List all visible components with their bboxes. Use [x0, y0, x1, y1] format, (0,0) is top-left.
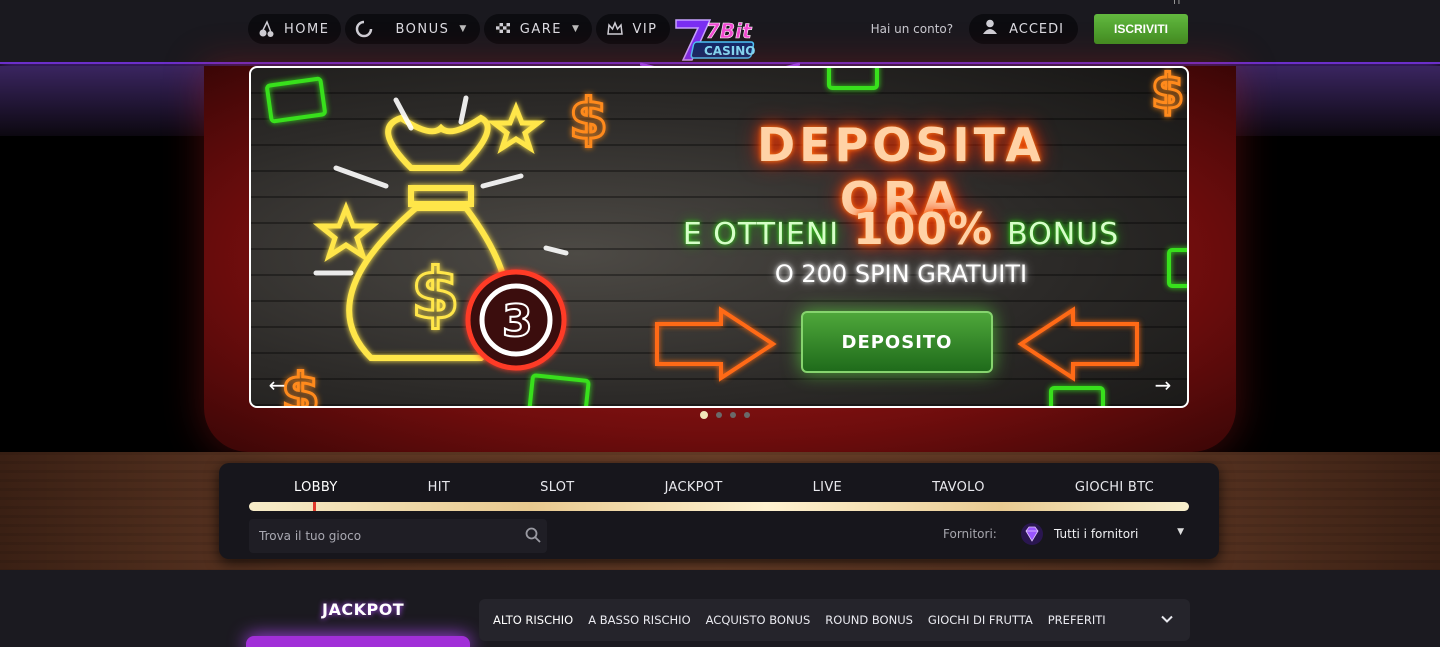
- logo-text-top: 7Bit: [706, 19, 753, 43]
- main-nav: HOME BONUS ▼ GARE ▼ VIP: [248, 14, 670, 44]
- banner-spins: O 200 SPIN GRATUITI: [774, 260, 1028, 288]
- nav-home-label: HOME: [284, 21, 330, 37]
- carousel-next-button[interactable]: →: [1147, 371, 1179, 399]
- nav-gare-label: GARE: [519, 21, 563, 37]
- tab-giochi-btc[interactable]: GIOCHI BTC: [1075, 480, 1154, 498]
- providers-selected-value: Tutti i fornitori: [1054, 527, 1139, 541]
- game-search: [249, 519, 547, 553]
- carousel-dots: [700, 411, 750, 419]
- filter-round-bonus[interactable]: ROUND BONUS: [825, 613, 913, 627]
- banner-subtitle: E OTTIENI 100% BONUS: [651, 204, 1151, 255]
- deposit-button[interactable]: DEPOSITO: [801, 311, 993, 373]
- search-icon[interactable]: [525, 527, 541, 543]
- nav-home[interactable]: HOME: [248, 14, 342, 44]
- nav-bonus-label: BONUS: [395, 21, 450, 37]
- promo-banner[interactable]: $ 3 $ $ $ DEPOSITA ORA E OTTIENI 100% BO…: [249, 66, 1189, 408]
- nav-gare[interactable]: GARE ▼: [483, 14, 593, 44]
- cherry-icon: [258, 20, 276, 38]
- signup-button[interactable]: ISCRIVITI: [1094, 14, 1188, 44]
- cash-bill-icon: [1049, 386, 1105, 406]
- jackpot-card-top[interactable]: [246, 636, 470, 647]
- account-area: Hai un conto? ACCEDI ISCRIVITI: [871, 14, 1188, 44]
- checkered-flag-icon: [494, 20, 512, 38]
- logo-text-bottom: CASINO: [704, 44, 755, 58]
- carousel-dot-2[interactable]: [716, 412, 722, 418]
- banner-subtitle-highlight: 100%: [853, 204, 994, 255]
- carousel-dot-3[interactable]: [730, 412, 736, 418]
- coin-icon: 3: [465, 269, 567, 371]
- tab-tavolo[interactable]: TAVOLO: [932, 480, 985, 498]
- category-tabs: LOBBY HIT SLOT JACKPOT LIVE TAVOLO GIOCH…: [249, 480, 1189, 498]
- nav-vip[interactable]: VIP: [596, 14, 670, 44]
- providers-dropdown[interactable]: Tutti i fornitori ▼: [1016, 519, 1190, 549]
- banner-subtitle-prefix: E OTTIENI: [682, 217, 840, 252]
- category-slider-indicator: [313, 502, 316, 511]
- chevron-down-icon: ▼: [572, 24, 581, 34]
- cash-bill-icon: [827, 68, 879, 90]
- jackpot-heading: JACKPOT: [322, 600, 405, 619]
- language-selector[interactable]: IT: [1173, 0, 1182, 7]
- svg-text:3: 3: [502, 296, 533, 347]
- user-icon: [981, 18, 999, 40]
- star-icon: [486, 101, 546, 154]
- carousel-dot-1[interactable]: [700, 411, 708, 419]
- account-question: Hai un conto?: [870, 22, 954, 36]
- gem-icon: [1020, 522, 1044, 546]
- logo-7bit-casino[interactable]: 7Bit CASINO: [670, 14, 766, 66]
- dollar-sign-icon: $: [569, 87, 608, 152]
- tab-slot[interactable]: SLOT: [540, 480, 574, 498]
- star-icon: [312, 201, 380, 262]
- nav-bonus[interactable]: BONUS ▼: [345, 14, 480, 44]
- chevron-down-icon: ▼: [459, 24, 468, 34]
- spinner-icon: [355, 20, 373, 38]
- expand-filters-chevron-icon[interactable]: [1160, 611, 1174, 625]
- chevron-down-icon: ▼: [1177, 527, 1184, 537]
- banner-subtitle-suffix: BONUS: [1007, 217, 1120, 252]
- cash-bill-icon: [527, 373, 591, 406]
- tab-lobby[interactable]: LOBBY: [294, 480, 338, 498]
- cash-bill-icon: [265, 76, 327, 124]
- filter-alto-rischio[interactable]: ALTO RISCHIO: [493, 613, 573, 627]
- dollar-sign-icon: $: [1151, 68, 1184, 120]
- cash-bill-icon: [1167, 248, 1187, 288]
- tab-hit[interactable]: HIT: [428, 480, 450, 498]
- nav-vip-label: VIP: [632, 21, 658, 37]
- arrow-left-icon: [1017, 306, 1139, 382]
- tab-jackpot[interactable]: JACKPOT: [665, 480, 723, 498]
- filter-giochi-di-frutta[interactable]: GIOCHI DI FRUTTA: [928, 613, 1033, 627]
- category-slider-track[interactable]: [249, 502, 1189, 511]
- site-header: HOME BONUS ▼ GARE ▼ VIP 7Bit CASINO Hai …: [0, 0, 1440, 64]
- search-input[interactable]: [259, 527, 509, 545]
- login-label: ACCEDI: [1009, 21, 1064, 37]
- game-filter-bar: ALTO RISCHIO A BASSO RISCHIO ACQUISTO BO…: [479, 599, 1190, 641]
- providers-label: Fornitori:: [943, 527, 997, 541]
- stage-glow-right: [1210, 66, 1440, 136]
- filter-acquisto-bonus[interactable]: ACQUISTO BONUS: [706, 613, 811, 627]
- carousel-dot-4[interactable]: [744, 412, 750, 418]
- filter-preferiti[interactable]: PREFERITI: [1048, 613, 1106, 627]
- stage-glow-left: [0, 66, 230, 136]
- crown-icon: [606, 20, 624, 38]
- carousel-prev-button[interactable]: ←: [261, 371, 293, 399]
- svg-text:$: $: [411, 253, 460, 335]
- filter-a-basso-rischio[interactable]: A BASSO RISCHIO: [588, 613, 690, 627]
- tab-live[interactable]: LIVE: [813, 480, 842, 498]
- arrow-right-icon: [655, 306, 777, 382]
- login-button[interactable]: ACCEDI: [969, 14, 1078, 44]
